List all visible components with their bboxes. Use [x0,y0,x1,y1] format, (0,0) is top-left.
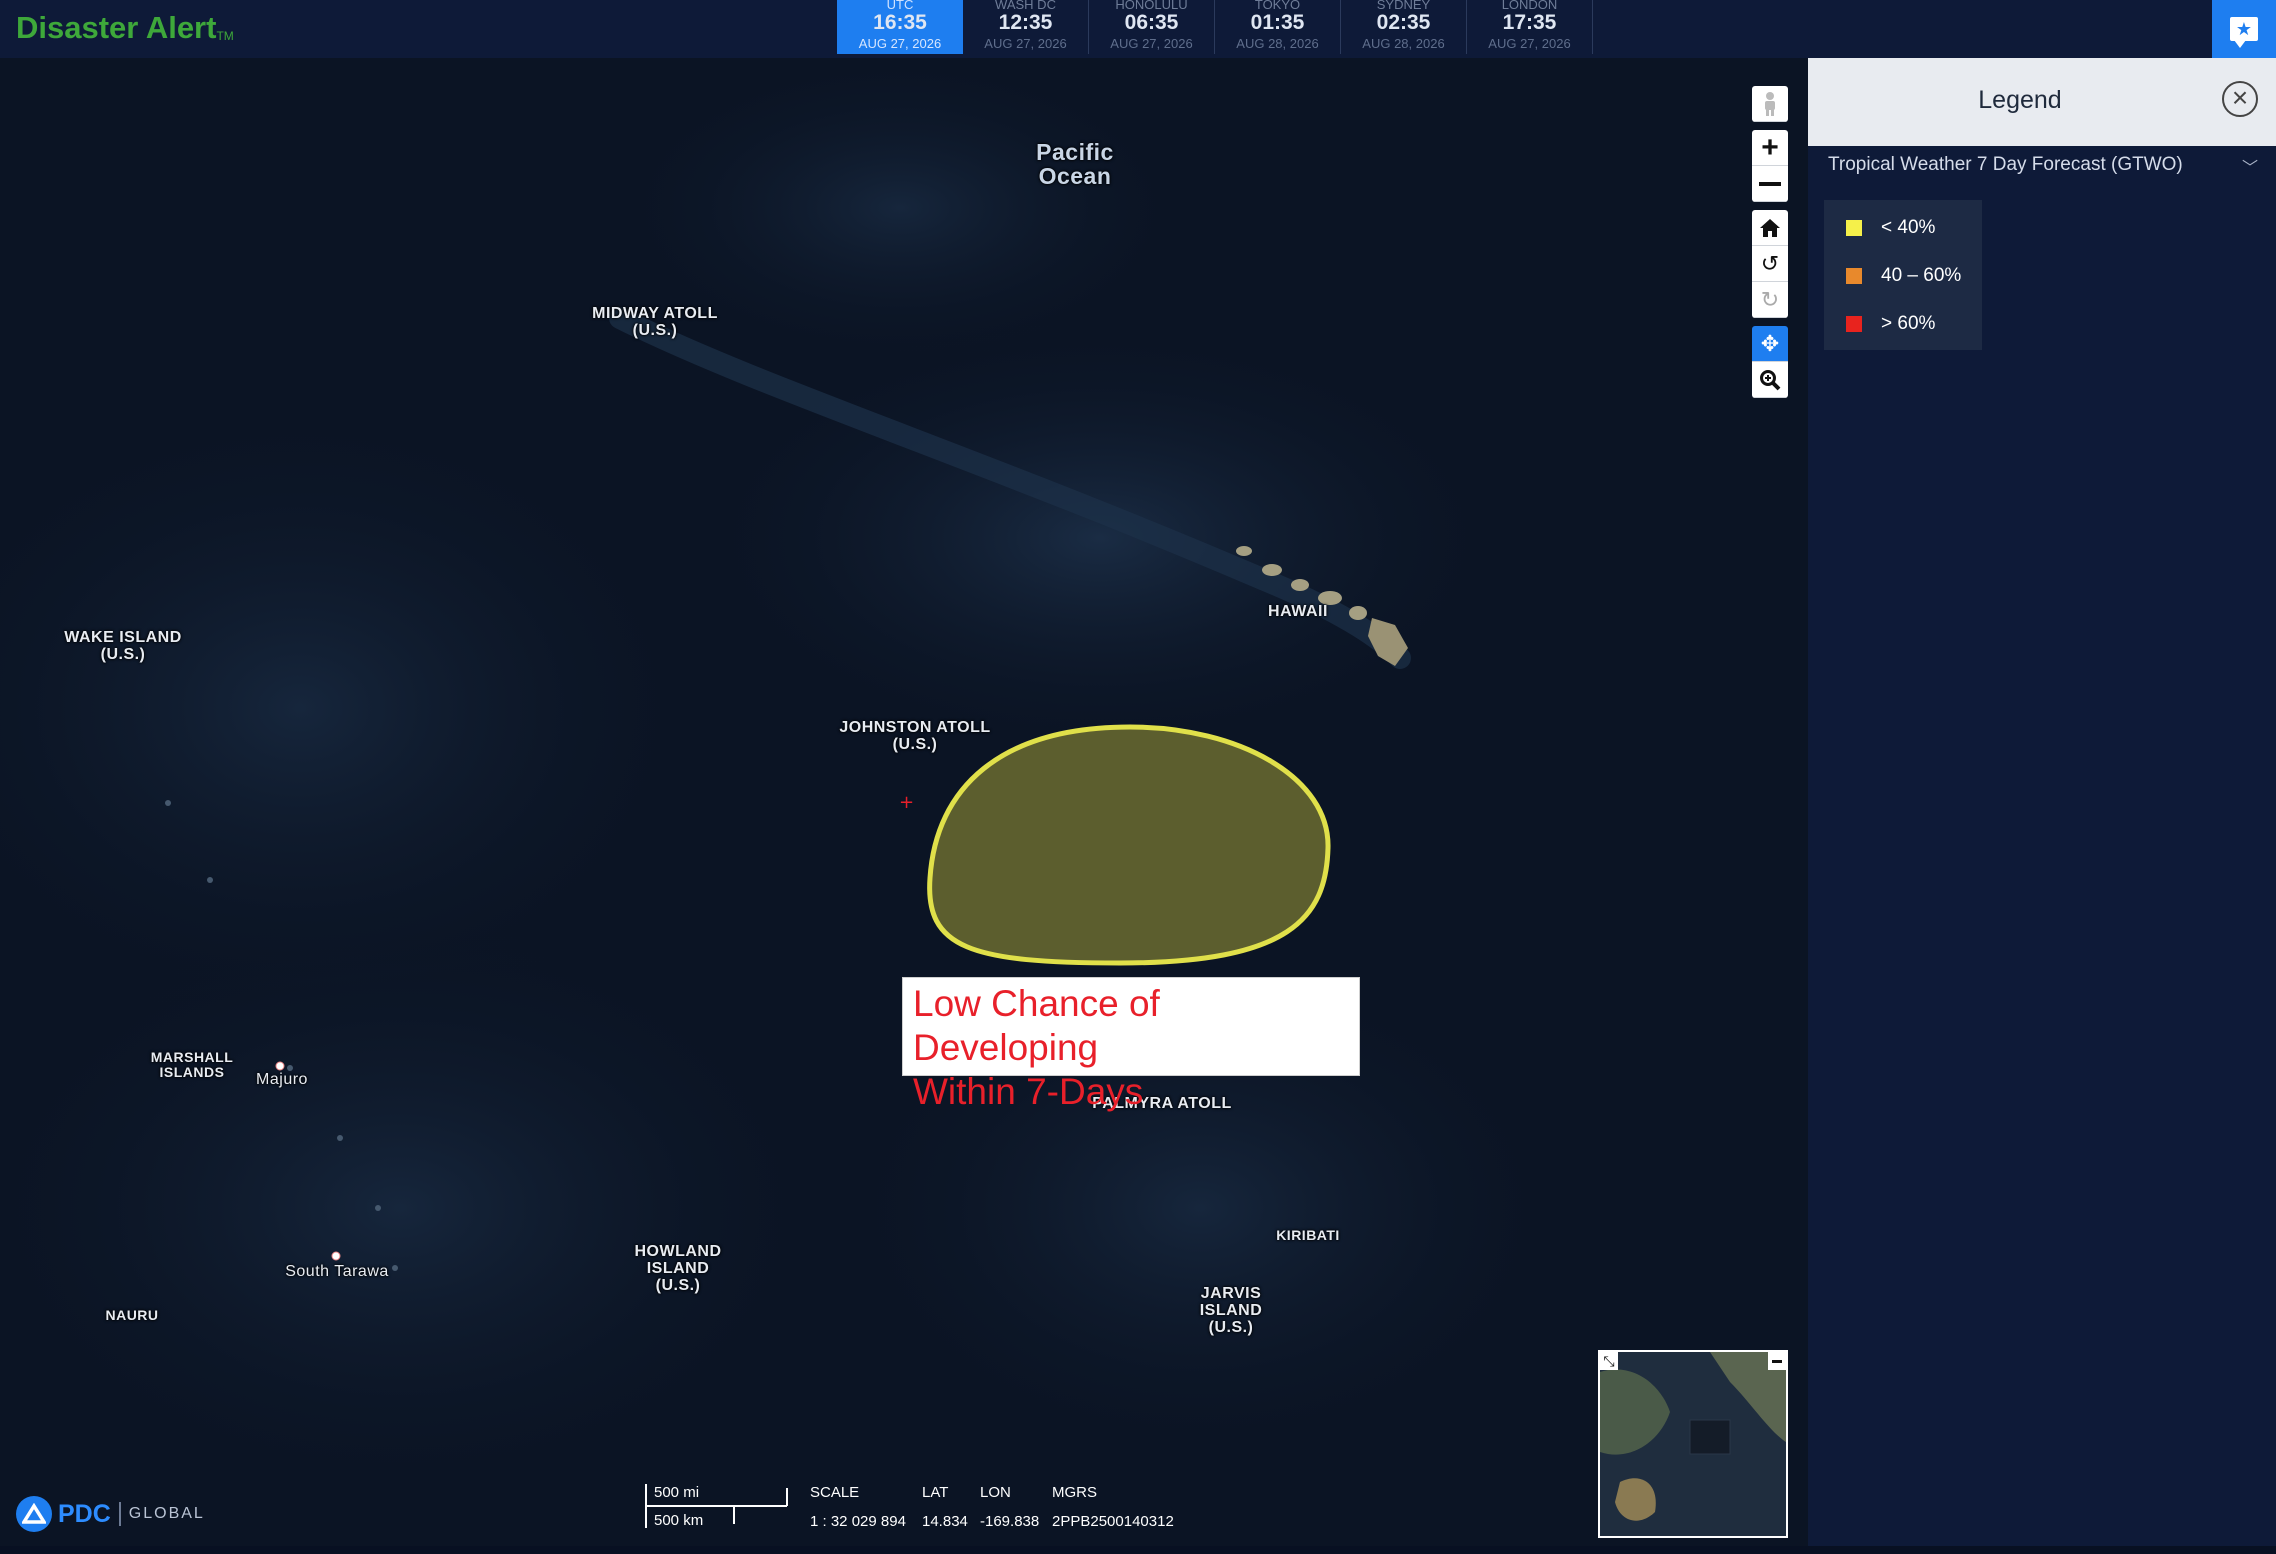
clock-sydney[interactable]: SYDNEY 02:35 AUG 28, 2026 [1341,0,1467,54]
legend-item-low: < 40% [1846,216,1935,240]
label-majuro: Majuro [256,1071,308,1088]
clock-honolulu[interactable]: HONOLULU 06:35 AUG 27, 2026 [1089,0,1215,54]
forecast-area [927,724,1331,966]
app-title[interactable]: Disaster AlertTM [16,8,234,48]
label-marshall-islands: MARSHALL ISLANDS [150,1049,234,1080]
home-button[interactable] [1752,210,1788,246]
ocean-label: Pacific Ocean [1036,139,1114,190]
map-toolbar: + ↺ ↻ ✥ [1752,86,1788,406]
legend-item-high: > 60% [1846,312,1935,336]
label-jarvis-island: JARVIS ISLAND (U.S.) [1199,1285,1263,1336]
swatch-low [1846,220,1862,236]
trademark: TM [216,29,234,43]
zoom-out-button[interactable] [1752,166,1788,202]
map-imagery: + [0,58,1808,1546]
scale-km: 500 km [654,1512,704,1529]
minimap-imagery [1600,1352,1786,1536]
legend-layer-name: Tropical Weather 7 Day Forecast (GTWO) [1828,154,2183,175]
legend-panel: Legend × Tropical Weather 7 Day Forecast… [1808,58,2276,1546]
swatch-medium [1846,268,1862,284]
pdc-logo[interactable]: PDC GLOBAL [16,1496,205,1532]
rotate-left-icon: ↺ [1760,250,1780,276]
rotate-right-button[interactable]: ↻ [1752,282,1788,318]
zoom-box-icon [1760,369,1781,390]
map-view[interactable]: + Pacific Ocean MIDWAY ATOLL (U.S.) WAKE I… [0,58,1808,1546]
lat-readout: LAT 14.834 [922,1484,968,1530]
minimap-collapse-button[interactable] [1768,1352,1786,1370]
top-bar: Disaster AlertTM UTC 16:35 AUG 27, 2026 … [0,0,2276,58]
label-nauru: NAURU [105,1307,159,1323]
home-icon [1760,218,1780,237]
label-south-tarawa: South Tarawa [285,1263,389,1280]
legend-item-medium: 40 – 60% [1846,264,1961,288]
zoom-in-button[interactable]: + [1752,130,1788,166]
swatch-high [1846,316,1862,332]
bottom-bar [0,1546,2276,1554]
legend-layer-toggle[interactable]: Tropical Weather 7 Day Forecast (GTWO) ﹀ [1828,154,2258,177]
world-clocks: UTC 16:35 AUG 27, 2026 WASH DC 12:35 AUG… [837,0,1593,54]
label-hawaii: HAWAII [1268,603,1328,620]
pdc-logo-icon [16,1496,52,1532]
label-johnston-atoll: JOHNSTON ATOLL (U.S.) [839,719,991,753]
pegman-icon [1765,91,1775,116]
overview-minimap[interactable]: ⤡ [1598,1350,1788,1538]
mgrs-readout: MGRS 2PPB2500140312 [1052,1484,1174,1530]
minimap-expand-button[interactable]: ⤡ [1600,1352,1618,1370]
street-view-button[interactable] [1752,86,1788,122]
legend-title: Legend [1978,86,2062,114]
clock-utc[interactable]: UTC 16:35 AUG 27, 2026 [837,0,963,54]
forecast-annotation: Low Chance of Developing Within 7-Days [902,977,1360,1112]
clock-wash-dc[interactable]: WASH DC 12:35 AUG 27, 2026 [963,0,1089,54]
clock-london[interactable]: LONDON 17:35 AUG 27, 2026 [1467,0,1593,54]
pan-icon: ✥ [1760,330,1780,356]
alert-icon: ★ [2230,17,2258,48]
pan-button[interactable]: ✥ [1752,326,1788,362]
zoom-out-icon [1759,181,1781,186]
scale-readout: SCALE 1 : 32 029 894 [810,1484,906,1530]
legend-header: Legend × [1808,58,2276,146]
lon-readout: LON -169.838 [980,1484,1040,1530]
rotate-left-button[interactable]: ↺ [1752,246,1788,282]
chevron-down-icon: ﹀ [2241,160,2258,177]
crosshair-marker: + [899,792,914,813]
scale-miles: 500 mi [654,1484,700,1501]
scale-bar: 500 mi 500 km [644,1484,790,1529]
zoom-box-button[interactable] [1752,362,1788,398]
label-howland-island: HOWLAND ISLAND (U.S.) [634,1243,722,1294]
label-wake-island: WAKE ISLAND (U.S.) [64,629,182,663]
label-midway-atoll: MIDWAY ATOLL (U.S.) [592,305,718,339]
legend-items: < 40% 40 – 60% > 60% [1824,200,1982,350]
close-icon[interactable]: × [2222,81,2258,117]
alerts-button[interactable]: ★ [2212,0,2276,58]
zoom-in-icon: + [1761,130,1779,164]
rotate-right-icon: ↻ [1760,286,1780,312]
label-kiribati: KIRIBATI [1276,1227,1340,1243]
clock-tokyo[interactable]: TOKYO 01:35 AUG 28, 2026 [1215,0,1341,54]
